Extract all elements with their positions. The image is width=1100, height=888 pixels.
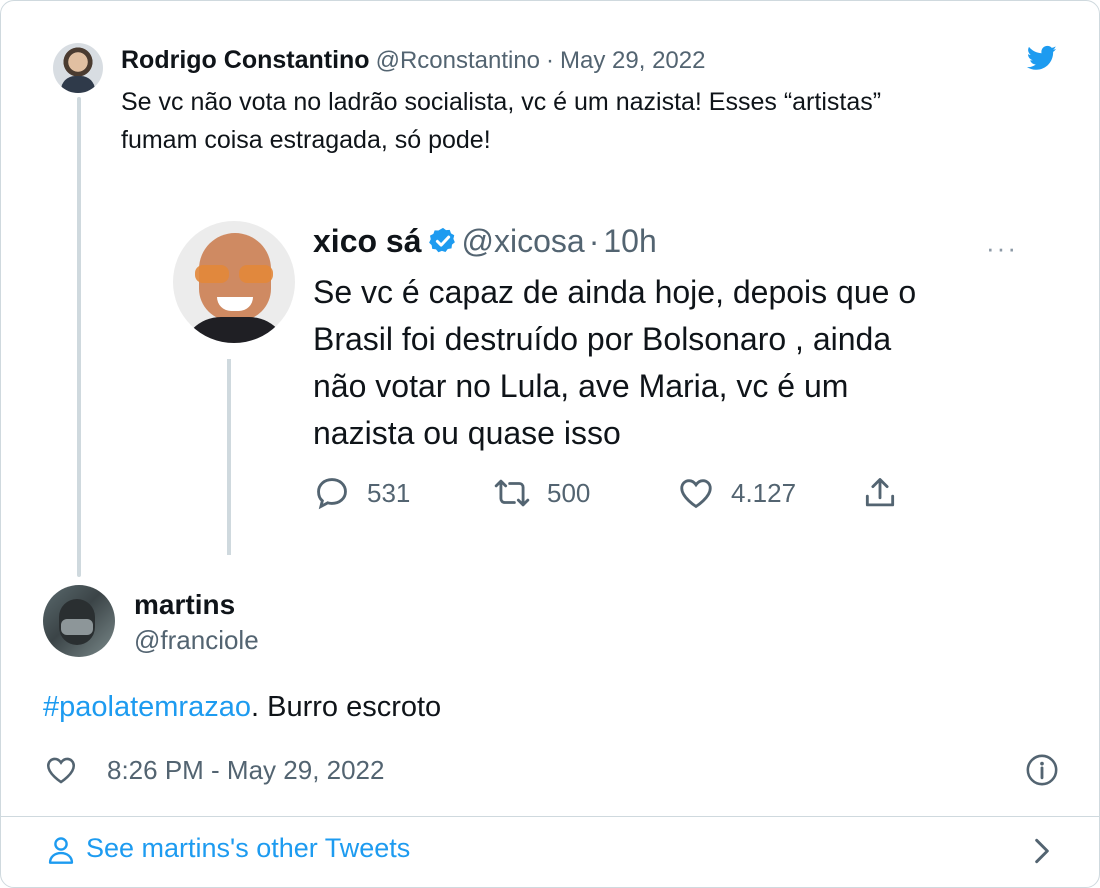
reply-meta: 8:26 PM - May 29, 2022	[43, 751, 1063, 791]
quoted-avatar	[173, 221, 295, 343]
quoted-time: 10h	[603, 223, 657, 259]
like-count: 4.127	[731, 477, 797, 508]
chevron-right-icon[interactable]	[1031, 835, 1053, 867]
reply-text-rest: . Burro escroto	[250, 691, 442, 723]
quoted-text-line: não votar no Lula, ave Maria, vc é um	[313, 368, 849, 404]
retweet-icon	[494, 479, 530, 507]
quoted-header: xico sá @xicosa · 10h	[313, 221, 657, 261]
parent-date[interactable]: May 29, 2022	[560, 47, 705, 74]
user-icon	[48, 837, 74, 864]
heart-icon	[680, 479, 712, 509]
info-icon[interactable]	[1025, 753, 1059, 787]
parent-avatar[interactable]	[53, 43, 103, 93]
quoted-reply-action: 531	[313, 473, 410, 513]
quoted-share-action	[861, 473, 915, 513]
reply-tweet-text: #paolatemrazao. Burro escroto	[43, 691, 441, 724]
reply-author-handle[interactable]: @franciole	[134, 625, 259, 656]
hashtag-link[interactable]: #paolatemrazao	[43, 691, 251, 723]
quoted-actions: 531 500 4.127	[313, 473, 1033, 513]
quoted-author-handle: @xicosa	[461, 223, 585, 259]
embedded-screenshot[interactable]: xico sá @xicosa · 10h ··· Se vc é capaz de …	[151, 183, 1071, 555]
see-other-tweets-label[interactable]: See martins's other Tweets	[86, 833, 410, 864]
tweet-card: Rodrigo Constantino @Rconstantino · May 29,…	[0, 0, 1100, 888]
quoted-text-line: nazista ou quase isso	[313, 415, 621, 451]
parent-header: Rodrigo Constantino @Rconstantino · May 29,…	[121, 45, 705, 75]
reply-icon	[317, 478, 347, 510]
reply-count: 531	[367, 477, 411, 508]
verified-badge-icon	[428, 227, 455, 253]
separator-dot: ·	[546, 47, 555, 74]
like-heart-icon[interactable]	[43, 753, 79, 787]
more-options-icon: ···	[986, 233, 1018, 263]
thread-line	[77, 97, 81, 577]
parent-tweet-text: Se vc não vota no ladrão socialista, vc …	[121, 83, 1021, 159]
parent-author-name[interactable]: Rodrigo Constantino	[121, 46, 370, 74]
reply-timestamp[interactable]: 8:26 PM - May 29, 2022	[107, 755, 384, 786]
see-other-tweets-link[interactable]: See martins's other Tweets	[1, 817, 1099, 887]
quoted-thread-line	[227, 359, 231, 555]
quoted-retweet-action: 500	[493, 473, 590, 513]
separator-dot: ·	[588, 223, 600, 259]
reply-avatar[interactable]	[43, 585, 115, 657]
retweet-count: 500	[547, 477, 591, 508]
parent-text-line: fumam coisa estragada, só pode!	[121, 126, 491, 154]
reply-author-name[interactable]: martins	[134, 589, 235, 621]
quoted-text-line: Brasil foi destruído por Bolsonaro , ain…	[313, 321, 892, 357]
share-icon	[865, 478, 895, 507]
parent-text-line: Se vc não vota no ladrão socialista, vc …	[121, 88, 882, 116]
parent-tweet[interactable]: Rodrigo Constantino @Rconstantino · May 29,…	[1, 1, 1099, 577]
quoted-author-name: xico sá	[313, 223, 422, 259]
parent-author-handle[interactable]: @Rconstantino	[376, 47, 540, 74]
twitter-bird-icon[interactable]	[1025, 43, 1059, 73]
quoted-text-line: Se vc é capaz de ainda hoje, depois que …	[313, 274, 917, 310]
quoted-tweet-text: Se vc é capaz de ainda hoje, depois que …	[313, 269, 1033, 457]
quoted-like-action: 4.127	[677, 473, 796, 513]
